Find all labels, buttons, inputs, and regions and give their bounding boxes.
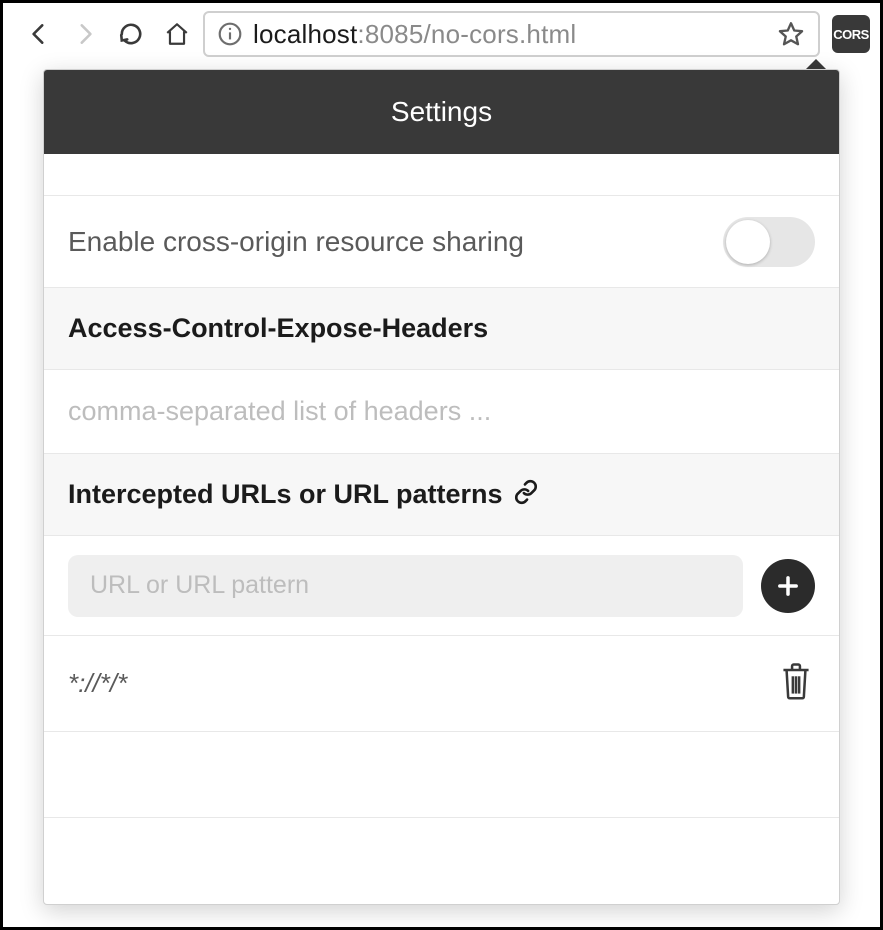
forward-button[interactable] <box>65 14 105 54</box>
site-info-icon[interactable] <box>217 21 243 47</box>
extension-badge-label: CORS <box>833 27 869 42</box>
url-pattern-input[interactable] <box>90 571 721 600</box>
intercepted-title: Intercepted URLs or URL patterns <box>68 479 503 510</box>
expose-headers-input-row <box>44 370 839 454</box>
address-bar[interactable]: localhost:8085/no-cors.html <box>203 11 820 57</box>
home-button[interactable] <box>157 14 197 54</box>
expose-headers-input[interactable] <box>68 396 815 427</box>
back-button[interactable] <box>19 14 59 54</box>
extension-popup: Settings Enable cross-origin resource sh… <box>43 69 840 905</box>
delete-pattern-button[interactable] <box>777 659 815 708</box>
spacer <box>44 154 839 196</box>
spacer <box>44 732 839 818</box>
link-icon[interactable] <box>513 479 539 510</box>
toggle-knob-icon <box>726 220 770 264</box>
add-pattern-button[interactable] <box>761 559 815 613</box>
enable-cors-row: Enable cross-origin resource sharing <box>44 196 839 288</box>
pattern-row: *://*/* <box>44 636 839 732</box>
reload-button[interactable] <box>111 14 151 54</box>
add-pattern-row <box>44 536 839 636</box>
pattern-text: *://*/* <box>68 668 763 699</box>
enable-cors-toggle[interactable] <box>723 217 815 267</box>
url-host: localhost <box>253 21 357 47</box>
intercepted-section: Intercepted URLs or URL patterns <box>44 454 839 536</box>
bookmark-star-icon[interactable] <box>774 14 808 54</box>
url-path: :8085/no-cors.html <box>357 21 576 47</box>
browser-toolbar: localhost:8085/no-cors.html CORS <box>3 3 880 65</box>
enable-cors-label: Enable cross-origin resource sharing <box>68 226 723 258</box>
expose-headers-title: Access-Control-Expose-Headers <box>68 313 488 344</box>
url-text: localhost:8085/no-cors.html <box>253 21 774 47</box>
popup-title: Settings <box>44 70 839 154</box>
expose-headers-section: Access-Control-Expose-Headers <box>44 288 839 370</box>
cors-extension-button[interactable]: CORS <box>832 15 870 53</box>
url-pattern-input-wrap <box>68 555 743 617</box>
